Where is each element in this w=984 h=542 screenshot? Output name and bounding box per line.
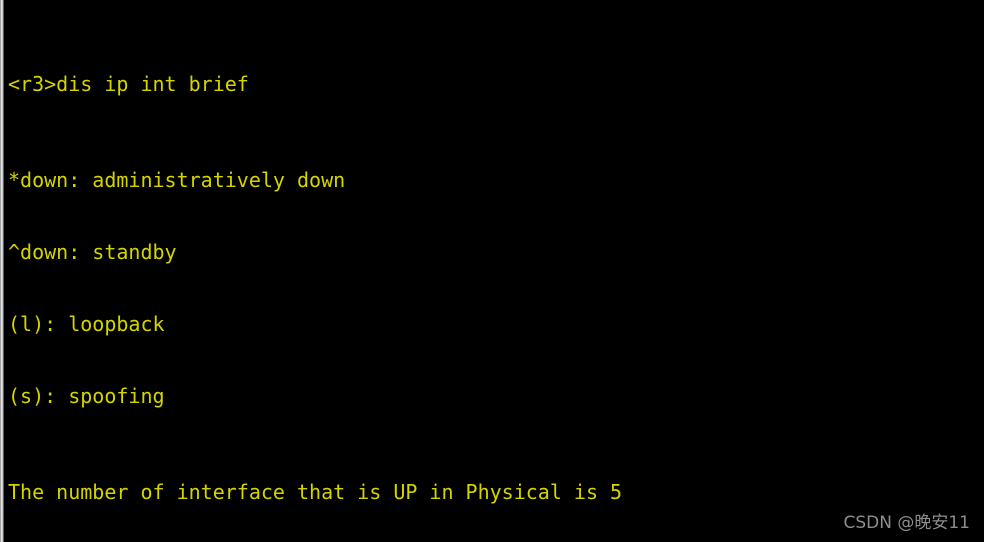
command-line: <r3>dis ip int brief [8, 72, 249, 96]
console-output[interactable]: <r3>dis ip int brief *down: administrati… [8, 0, 984, 542]
legend-line-admin-down: *down: administratively down [8, 168, 346, 192]
legend-line-standby: ^down: standby [8, 240, 177, 264]
legend-line-loopback: (l): loopback [8, 312, 165, 336]
terminal-window[interactable]: <r3>dis ip int brief *down: administrati… [0, 0, 984, 542]
summary-line-up-physical: The number of interface that is UP in Ph… [8, 480, 623, 504]
window-left-border [0, 0, 4, 542]
csdn-watermark: CSDN @晚安11 [843, 513, 970, 533]
legend-line-spoofing: (s): spoofing [8, 384, 165, 408]
